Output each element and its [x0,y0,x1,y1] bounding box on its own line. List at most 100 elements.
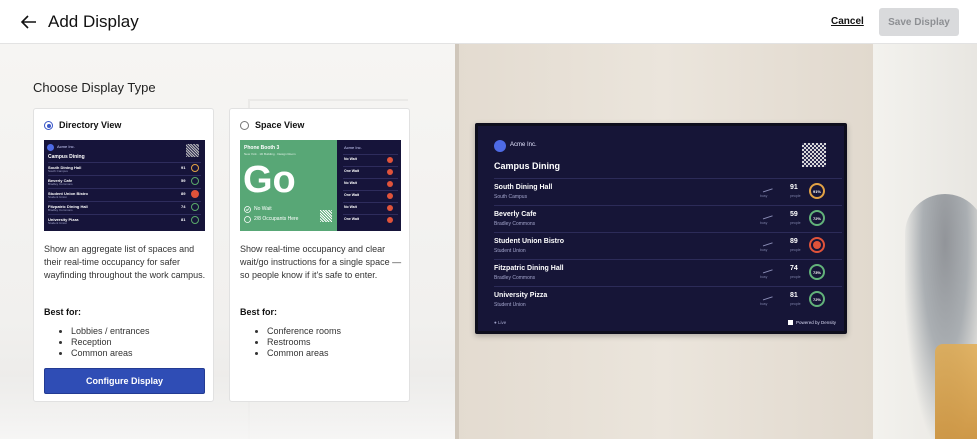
cancel-button[interactable]: Cancel [831,16,864,27]
thumb-title: Campus Dining [48,154,85,160]
display-preview: Acme Inc. Campus Dining South Dining Hal… [475,123,847,334]
directory-view-card[interactable]: Directory View Acme Inc. Campus Dining S… [33,108,214,402]
page-title: Add Display [48,12,139,31]
side-row-status: No Wait [344,157,357,161]
full-capacity-ring-icon [809,237,825,253]
display-org: Acme Inc. [510,142,537,148]
go-status: Go [243,159,296,201]
display-row-value: 81 [790,292,798,299]
people-label: people [790,194,801,198]
side-row-status: One Wait [344,217,360,221]
display-row-value: 74 [790,265,798,272]
status-dot-icon [387,217,393,223]
directory-view-description: Show an aggregate list of spaces and the… [44,244,206,280]
display-row-name: Student Union Bistro [494,238,564,245]
status-dot-icon [387,181,393,187]
trend-label: busy [760,302,768,306]
thumb-row-value: 59 [181,178,186,183]
list-item: Conference rooms [267,326,341,337]
space-name: Phone Booth 3 [244,145,280,151]
thumb-org: Acme Inc. [57,144,75,149]
trend-icon [761,183,773,193]
thumb-row: University Pizza Student Union 81 [48,214,201,225]
status-dot-icon [387,205,393,211]
space-view-radio[interactable] [240,121,249,130]
live-label: Live [497,320,507,325]
side-row-status: One Wait [344,169,360,173]
wait-text: No Wait [254,206,272,212]
directory-view-label: Directory View [59,120,122,130]
trend-icon [761,264,773,274]
back-arrow-icon[interactable] [20,13,38,31]
trend-icon [761,210,773,220]
live-indicator: ● Live [494,320,507,325]
display-row-name: South Dining Hall [494,184,553,191]
thumb-row-sub: South Campus [48,169,68,173]
directory-view-radio[interactable] [44,121,53,130]
occupancy-ring-icon: 73% [809,264,825,280]
thumb-row-sub: Bradley Commons [48,182,73,186]
display-row-value: 89 [790,238,798,245]
ring-icon [191,203,199,211]
space-view-card[interactable]: Space View Phone Booth 3 New York · 1D B… [229,108,410,402]
org-logo-icon [494,140,506,152]
side-row: One Wait [343,214,398,225]
save-display-button[interactable]: Save Display [879,8,959,36]
thumb-row: Fitzpatric Dining Hall Bradley Commons 74 [48,201,201,212]
occupancy-ring-icon: 91% [809,183,825,199]
space-view-label: Space View [255,120,305,130]
side-row-status: No Wait [344,181,357,185]
thumb-row-value: 81 [181,217,186,222]
people-label: people [790,248,801,252]
people-label: people [790,302,801,306]
trend-label: busy [760,221,768,225]
configure-display-button[interactable]: Configure Display [44,368,205,394]
display-row-value: 91 [790,184,798,191]
thumb-row-value: 89 [181,191,186,196]
display-row-sub: Student Union [494,302,526,308]
space-sub: New York · 1D Building · Design Room [244,152,296,156]
display-row-sub: Bradley Commons [494,221,536,227]
section-title: Choose Display Type [33,80,156,95]
people-label: people [790,221,801,225]
space-view-thumbnail: Phone Booth 3 New York · 1D Building · D… [240,140,401,231]
qr-code-icon [320,210,332,222]
wall-edge [455,44,459,439]
occupancy-ring-icon: 72% [809,210,825,226]
trend-icon [761,291,773,301]
trend-label: busy [760,248,768,252]
trend-icon [761,237,773,247]
display-row-sub: Student Union [494,248,526,254]
thumb-row-sub: Student Union [48,221,68,225]
ring-icon [191,164,199,172]
status-dot-icon [387,193,393,199]
people-label: people [790,275,801,279]
side-row-status: One Wait [344,193,360,197]
thumb-row-sub: Student Union [48,195,68,199]
directory-view-thumbnail: Acme Inc. Campus Dining South Dining Hal… [44,140,205,231]
display-row: Beverly Cafe Bradley Commons busy 59 peo… [494,205,842,232]
thumb-row-value: 74 [181,204,186,209]
side-org: Acme Inc. [344,145,362,150]
best-for-heading: Best for: [44,307,82,317]
occupants-text: 2/8 Occupants Here [254,216,299,222]
trend-label: busy [760,194,768,198]
people-icon [244,216,251,223]
list-item: Lobbies / entrances [71,326,150,337]
best-for-list: Lobbies / entrances Reception Common are… [71,326,150,359]
display-row-value: 59 [790,211,798,218]
list-item: Common areas [71,348,150,359]
ring-icon [191,177,199,185]
qr-code-icon [186,144,199,157]
display-row-name: Fitzpatric Dining Hall [494,265,564,272]
best-for-heading: Best for: [240,307,278,317]
status-dot-icon [387,169,393,175]
top-header: Add Display Cancel Save Display [0,0,977,44]
display-row: University Pizza Student Union busy 81 p… [494,286,842,313]
side-row: No Wait [343,154,398,165]
status-dot-icon [387,157,393,163]
list-item: Reception [71,337,150,348]
side-row-status: No Wait [344,205,357,209]
display-row-name: Beverly Cafe [494,211,537,218]
qr-code-icon [802,143,826,167]
